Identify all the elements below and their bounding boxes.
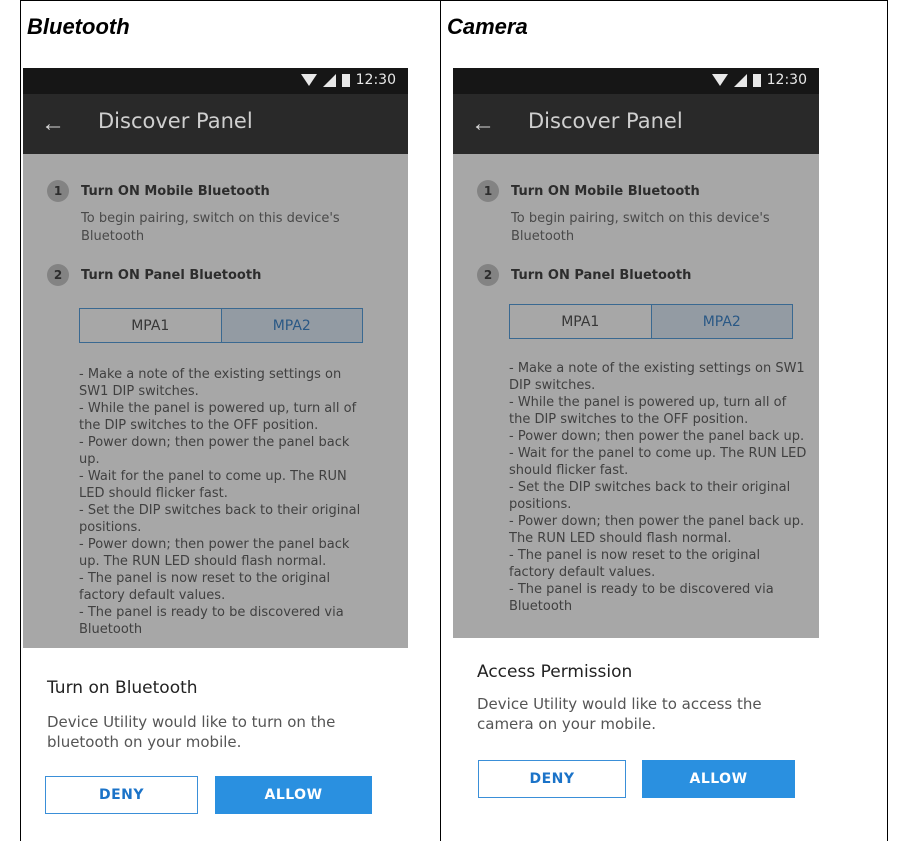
comparison-table: Bluetooth 12:30 ← Discover Panel 1 Turn … [0,0,909,841]
back-arrow-icon[interactable]: ← [471,112,495,136]
status-time: 12:30 [355,72,396,88]
instruction-item: - Make a note of the existing settings o… [79,367,342,399]
dialog-title: Turn on Bluetooth [47,678,198,698]
instruction-list: - Make a note of the existing settings o… [79,366,369,638]
tab-mpa1[interactable]: MPA1 [80,309,222,342]
column-heading-camera: Camera [447,14,528,39]
step-number-badge: 1 [477,180,499,202]
step-title: Turn ON Mobile Bluetooth [511,183,700,199]
instruction-item: - Make a note of the existing settings o… [509,361,805,393]
instruction-item: - While the panel is powered up, turn al… [79,401,357,433]
instruction-item: - Set the DIP switches back to their ori… [509,480,791,512]
step-title: Turn ON Panel Bluetooth [81,267,262,283]
permission-dialog: Turn on Bluetooth Device Utility would l… [23,648,408,832]
instruction-item: - While the panel is powered up, turn al… [509,395,787,427]
app-bar: ← Discover Panel [23,94,408,154]
allow-button[interactable]: ALLOW [642,760,795,798]
step-title: Turn ON Mobile Bluetooth [81,183,270,199]
instruction-list: - Make a note of the existing settings o… [509,360,809,615]
phone-screen-bluetooth: 12:30 ← Discover Panel 1 Turn ON Mobile … [23,68,408,832]
dialog-message: Device Utility would like to turn on the… [47,713,336,751]
status-bar: 12:30 [23,68,408,94]
table-left-border [20,0,21,841]
wifi-icon [300,74,317,86]
panel-type-toggle: MPA1 MPA2 [79,308,363,343]
step-number-badge: 1 [47,180,69,202]
permission-dialog: Access Permission Device Utility would l… [453,638,819,832]
instruction-item: - Power down; then power the panel back … [79,435,350,467]
instruction-item: - Power down; then power the panel back … [509,514,805,546]
panel-type-toggle: MPA1 MPA2 [509,304,793,339]
app-bar: ← Discover Panel [453,94,819,154]
instruction-item: - The panel is ready to be discovered vi… [79,605,344,637]
table-top-border [20,0,888,1]
dialog-message: Device Utility would like to access the … [477,695,762,733]
back-arrow-icon[interactable]: ← [41,112,65,136]
step-1: 1 Turn ON Mobile Bluetooth [47,180,270,202]
app-title: Discover Panel [98,109,253,133]
instruction-item: - The panel is now reset to the original… [79,571,331,603]
step-number-badge: 2 [477,264,499,286]
step-description: To begin pairing, switch on this device'… [81,211,340,244]
instruction-item: - Wait for the panel to come up. The RUN… [509,446,807,478]
allow-button[interactable]: ALLOW [215,776,372,814]
signal-icon [733,73,747,87]
phone-screen-camera: 12:30 ← Discover Panel 1 Turn ON Mobile … [453,68,819,832]
tab-mpa2[interactable]: MPA2 [651,305,792,338]
instruction-item: - The panel is now reset to the original… [509,548,761,580]
battery-icon [341,73,350,87]
wifi-icon [711,74,728,86]
deny-button[interactable]: DENY [478,760,626,798]
app-title: Discover Panel [528,109,683,133]
signal-icon [322,73,336,87]
step-2: 2 Turn ON Panel Bluetooth [477,264,691,286]
instruction-item: - The panel is ready to be discovered vi… [509,582,774,614]
dialog-title: Access Permission [477,662,633,682]
table-right-border [887,0,888,841]
battery-icon [752,73,761,87]
instruction-item: - Power down; then power the panel back … [509,429,805,444]
instruction-item: - Wait for the panel to come up. The RUN… [79,469,347,501]
step-number-badge: 2 [47,264,69,286]
step-description: To begin pairing, switch on this device'… [511,211,770,244]
deny-button[interactable]: DENY [45,776,198,814]
table-divider [440,0,441,841]
instruction-item: - Power down; then power the panel back … [79,537,350,569]
column-heading-bluetooth: Bluetooth [27,14,130,39]
status-bar: 12:30 [453,68,819,94]
tab-mpa1[interactable]: MPA1 [510,305,652,338]
instruction-item: - Set the DIP switches back to their ori… [79,503,361,535]
step-title: Turn ON Panel Bluetooth [511,267,692,283]
step-2: 2 Turn ON Panel Bluetooth [47,264,261,286]
tab-mpa2[interactable]: MPA2 [221,309,362,342]
step-1: 1 Turn ON Mobile Bluetooth [477,180,700,202]
status-time: 12:30 [766,72,807,88]
